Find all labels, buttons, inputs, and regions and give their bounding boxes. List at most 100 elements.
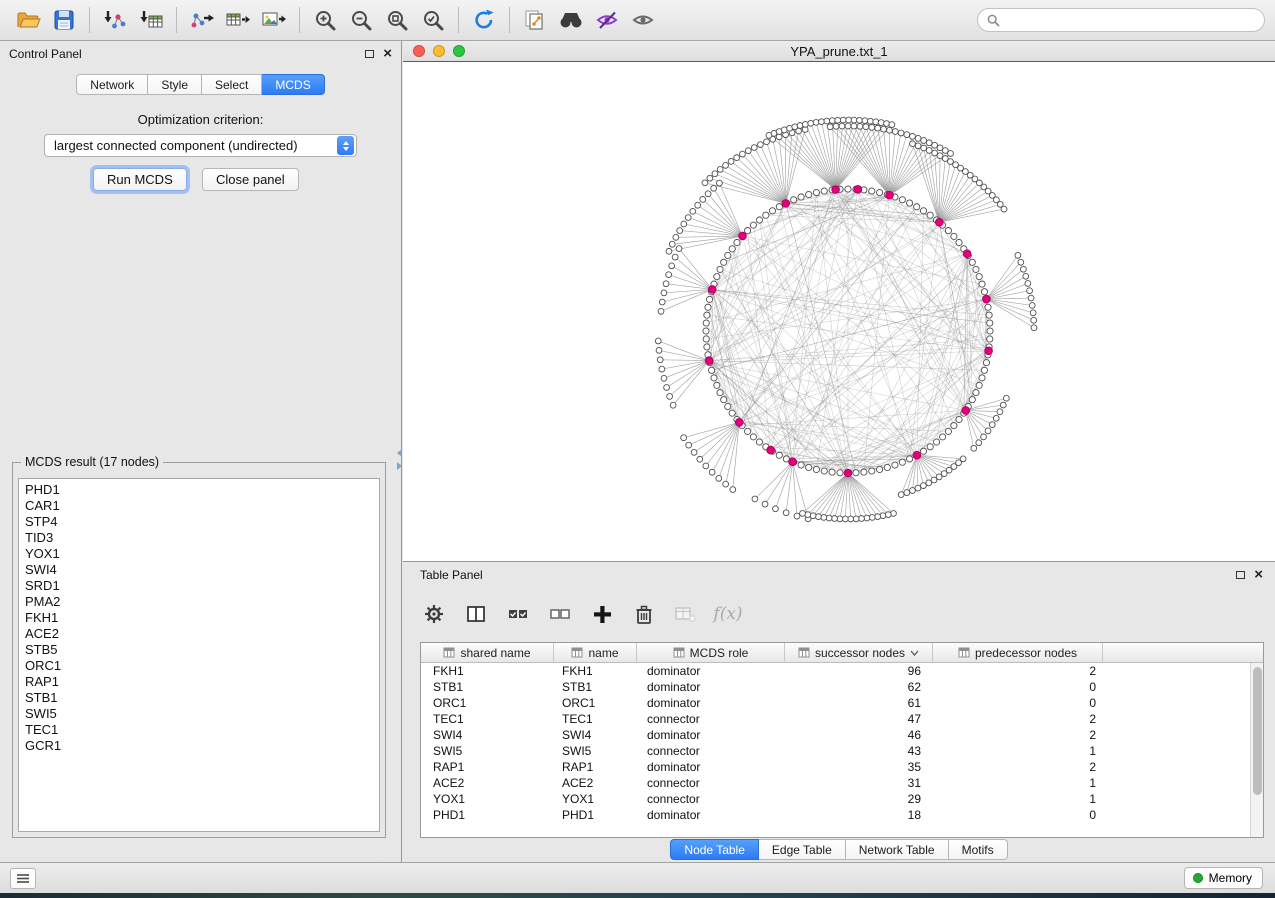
apply-layout-button[interactable] xyxy=(466,4,502,36)
table-panel-title: Table Panel xyxy=(420,568,1236,582)
mcds-result-item[interactable]: PMA2 xyxy=(25,594,373,610)
column-header-shared-name[interactable]: shared name xyxy=(421,643,554,662)
zoom-selected-button[interactable] xyxy=(415,4,451,36)
table-row[interactable]: TEC1TEC1connector472 xyxy=(421,711,1250,727)
close-panel-button[interactable]: Close panel xyxy=(202,168,299,191)
table-row[interactable]: FKH1FKH1dominator962 xyxy=(421,663,1250,679)
column-header-mcds-role[interactable]: MCDS role xyxy=(637,643,785,662)
table-cell: STB1 xyxy=(554,680,637,694)
column-type-icon xyxy=(571,647,583,658)
zoom-fit-button[interactable] xyxy=(379,4,415,36)
tab-style[interactable]: Style xyxy=(148,74,202,95)
search-box[interactable] xyxy=(977,8,1265,32)
tab-node-table[interactable]: Node Table xyxy=(670,839,759,860)
table-cell: 47 xyxy=(785,712,933,726)
mcds-result-item[interactable]: TID3 xyxy=(25,530,373,546)
export-network-button[interactable] xyxy=(184,4,220,36)
scrollbar-thumb[interactable] xyxy=(1253,667,1262,795)
network-canvas[interactable] xyxy=(403,62,1275,561)
table-cell: dominator xyxy=(637,728,785,742)
tab-edge-table[interactable]: Edge Table xyxy=(759,839,846,860)
expand-right-icon[interactable] xyxy=(397,462,402,470)
mcds-result-item[interactable]: TEC1 xyxy=(25,722,373,738)
clone-network-button[interactable] xyxy=(517,4,553,36)
column-header-filler xyxy=(1103,643,1263,662)
hide-graphics-details-button[interactable] xyxy=(625,4,661,36)
table-cell: dominator xyxy=(637,680,785,694)
plus-icon xyxy=(591,603,613,625)
table-row[interactable]: SWI4SWI4dominator462 xyxy=(421,727,1250,743)
column-header-name[interactable]: name xyxy=(554,643,637,662)
tab-network[interactable]: Network xyxy=(76,74,148,95)
unselect-all-button[interactable] xyxy=(546,600,574,628)
table-row[interactable]: YOX1YOX1connector291 xyxy=(421,791,1250,807)
search-input[interactable] xyxy=(1005,13,1255,27)
save-session-button[interactable] xyxy=(46,4,82,36)
tab-motifs[interactable]: Motifs xyxy=(949,839,1008,860)
export-table-button[interactable] xyxy=(220,4,256,36)
table-row[interactable]: STB1STB1dominator620 xyxy=(421,679,1250,695)
table-row[interactable]: RAP1RAP1dominator352 xyxy=(421,759,1250,775)
tab-mcds[interactable]: MCDS xyxy=(262,74,324,95)
column-header-successor-nodes[interactable]: successor nodes xyxy=(785,643,933,662)
zoom-out-button[interactable] xyxy=(343,4,379,36)
export-image-button[interactable] xyxy=(256,4,292,36)
mcds-result-item[interactable]: ACE2 xyxy=(25,626,373,642)
table-cell: 2 xyxy=(933,760,1103,774)
table-panel-tabs: Node TableEdge TableNetwork TableMotifs xyxy=(403,839,1275,860)
network-window-titlebar[interactable]: YPA_prune.txt_1 xyxy=(403,41,1275,62)
toolbar-divider xyxy=(89,7,90,33)
mcds-result-item[interactable]: PHD1 xyxy=(25,482,373,498)
mcds-result-item[interactable]: SWI4 xyxy=(25,562,373,578)
zoom-in-button[interactable] xyxy=(307,4,343,36)
network-graph[interactable] xyxy=(403,62,1275,561)
show-graphics-details-button[interactable] xyxy=(589,4,625,36)
mcds-result-item[interactable]: CAR1 xyxy=(25,498,373,514)
criterion-dropdown[interactable]: largest connected component (undirected) xyxy=(44,134,357,157)
table-settings-button[interactable] xyxy=(420,600,448,628)
memory-button[interactable]: Memory xyxy=(1184,867,1263,889)
mcds-result-item[interactable]: SWI5 xyxy=(25,706,373,722)
mcds-result-item[interactable]: GCR1 xyxy=(25,738,373,754)
search-network-button[interactable] xyxy=(553,4,589,36)
table-row[interactable]: SWI5SWI5connector431 xyxy=(421,743,1250,759)
table-cell: YOX1 xyxy=(421,792,554,806)
table-row[interactable]: PHD1PHD1dominator180 xyxy=(421,807,1250,823)
mcds-result-item[interactable]: FKH1 xyxy=(25,610,373,626)
table-cell: dominator xyxy=(637,760,785,774)
close-table-panel-button[interactable]: × xyxy=(1254,570,1263,580)
close-panel-button[interactable]: × xyxy=(383,49,392,59)
mcds-result-item[interactable]: STP4 xyxy=(25,514,373,530)
float-panel-button[interactable] xyxy=(365,50,374,58)
trash-icon xyxy=(633,603,655,625)
mcds-result-item[interactable]: RAP1 xyxy=(25,674,373,690)
mcds-result-item[interactable]: ORC1 xyxy=(25,658,373,674)
show-columns-button[interactable] xyxy=(462,600,490,628)
mcds-result-item[interactable]: STB5 xyxy=(25,642,373,658)
mcds-result-item[interactable]: YOX1 xyxy=(25,546,373,562)
column-type-icon xyxy=(958,647,970,658)
delete-column-button[interactable] xyxy=(630,600,658,628)
create-column-button[interactable] xyxy=(588,600,616,628)
table-cell: SWI5 xyxy=(554,744,637,758)
import-table-button[interactable] xyxy=(133,4,169,36)
mcds-result-item[interactable]: STB1 xyxy=(25,690,373,706)
mcds-result-item[interactable]: SRD1 xyxy=(25,578,373,594)
mcds-result-list[interactable]: PHD1CAR1STP4TID3YOX1SWI4SRD1PMA2FKH1ACE2… xyxy=(18,478,380,832)
tab-network-table[interactable]: Network Table xyxy=(846,839,949,860)
table-scrollbar[interactable] xyxy=(1250,663,1263,837)
import-network-button[interactable] xyxy=(97,4,133,36)
tab-select[interactable]: Select xyxy=(202,74,262,95)
run-mcds-button[interactable]: Run MCDS xyxy=(93,168,187,191)
select-all-button[interactable] xyxy=(504,600,532,628)
table-cell: PHD1 xyxy=(421,808,554,822)
application-window: Control Panel × NetworkStyleSelectMCDS O… xyxy=(0,0,1275,898)
table-row[interactable]: ACE2ACE2connector311 xyxy=(421,775,1250,791)
table-body[interactable]: FKH1FKH1dominator962STB1STB1dominator620… xyxy=(421,663,1250,837)
toggle-panels-button[interactable] xyxy=(10,868,36,889)
open-session-button[interactable] xyxy=(10,4,46,36)
table-row[interactable]: ORC1ORC1dominator610 xyxy=(421,695,1250,711)
column-header-predecessor-nodes[interactable]: predecessor nodes xyxy=(933,643,1103,662)
float-table-panel-button[interactable] xyxy=(1236,571,1245,579)
collapse-left-icon[interactable] xyxy=(397,449,402,457)
